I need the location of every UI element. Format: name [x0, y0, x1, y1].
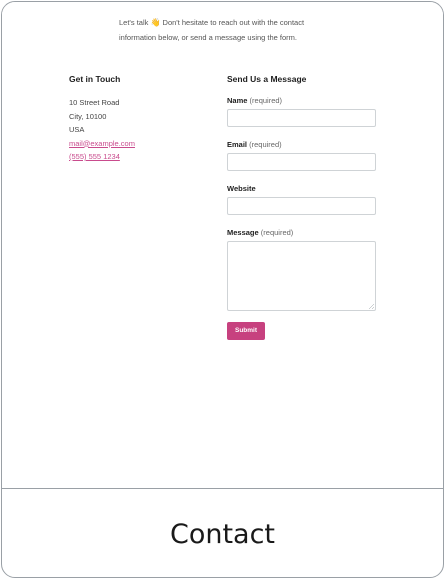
website-label-text: Website — [227, 184, 256, 193]
message-label-text: Message — [227, 228, 259, 237]
website-label: Website — [227, 184, 387, 193]
contact-heading: Get in Touch — [69, 74, 121, 84]
waving-hand-icon: 👋 — [150, 18, 161, 27]
form-heading: Send Us a Message — [227, 74, 307, 84]
email-link[interactable]: mail@example.com — [69, 137, 199, 151]
address-city: City, 10100 — [69, 111, 107, 121]
address-country: USA — [69, 125, 85, 134]
message-label: Message (required) — [227, 228, 387, 237]
intro-text: Let's talk 👋 Don't hesitate to reach out… — [119, 15, 329, 45]
address-street: 10 Street Road — [69, 98, 120, 107]
template-card[interactable]: Let's talk 👋 Don't hesitate to reach out… — [1, 1, 444, 578]
email-label-text: Email — [227, 140, 248, 149]
contact-info: Get in Touch 10 Street Road City, 10100 … — [69, 74, 199, 164]
page-preview: Let's talk 👋 Don't hesitate to reach out… — [2, 2, 443, 488]
email-required: (required) — [249, 140, 282, 149]
message-required: (required) — [260, 228, 294, 237]
name-required: (required) — [249, 96, 283, 105]
intro-line1: Don't hesitate to reach out with the con… — [162, 18, 305, 27]
name-label: Name (required) — [227, 96, 387, 105]
email-label: Email (required) — [227, 140, 387, 149]
submit-button[interactable]: Submit — [227, 321, 265, 340]
name-label-text: Name — [227, 96, 248, 105]
phone-link[interactable]: (555) 555 1234 — [69, 150, 199, 164]
website-field[interactable] — [227, 197, 376, 215]
intro-prefix: Let's talk — [119, 18, 149, 27]
name-field[interactable] — [227, 109, 376, 127]
resize-handle-icon[interactable] — [369, 304, 374, 309]
address-block: 10 Street Road City, 10100 USA mail@exam… — [69, 96, 199, 164]
message-field[interactable] — [227, 241, 376, 311]
email-field[interactable] — [227, 153, 376, 171]
card-divider — [2, 488, 443, 489]
contact-form: Send Us a Message Name (required) Email … — [227, 74, 387, 340]
intro-line2: information below, or send a message usi… — [119, 33, 298, 42]
card-caption: Contact — [169, 519, 276, 550]
